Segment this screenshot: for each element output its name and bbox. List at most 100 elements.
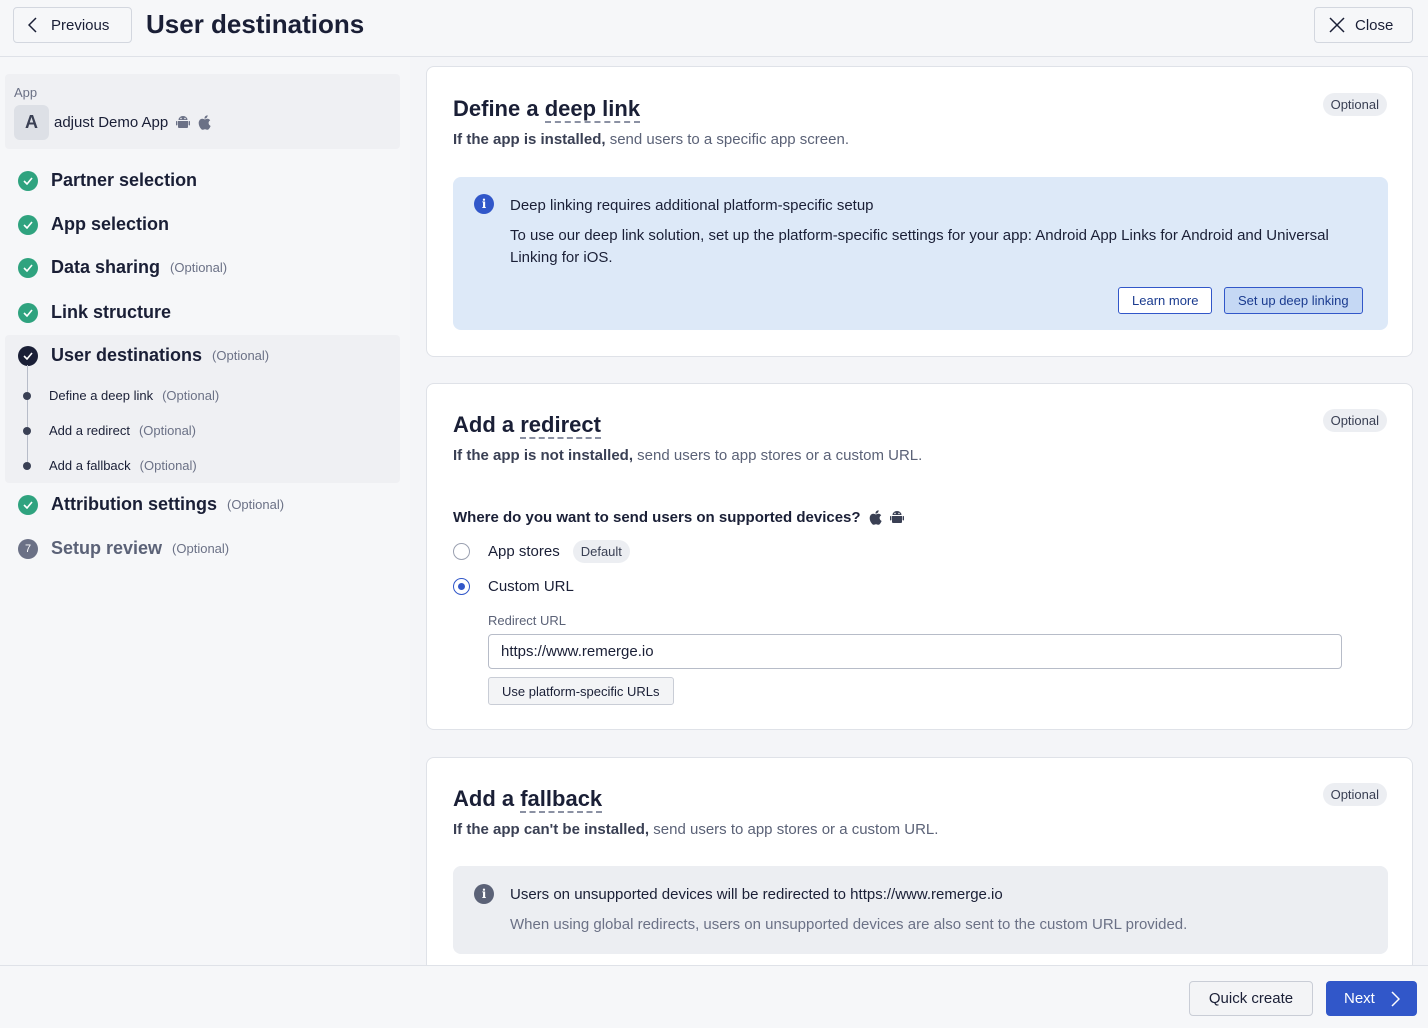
step-optional: (Optional): [212, 348, 270, 363]
term-tooltip[interactable]: deep link: [544, 96, 641, 123]
android-icon: [889, 511, 904, 523]
avatar: A: [14, 105, 49, 140]
bottom-bar: Quick create Next: [0, 965, 1428, 1028]
apple-icon: [869, 510, 882, 525]
optional-badge: Optional: [1322, 409, 1387, 432]
bullet-icon: [23, 391, 31, 400]
subtitle-bold: If the app can't be installed,: [453, 821, 650, 838]
app-name-row: adjust Demo App: [54, 114, 211, 131]
radio-label: Custom URL: [488, 578, 574, 595]
chevron-left-icon: [28, 17, 37, 33]
subtitle-bold: If the app is installed,: [453, 131, 606, 148]
radio-circle[interactable]: [453, 578, 470, 595]
setup-deep-linking-button[interactable]: Set up deep linking: [1224, 287, 1363, 314]
substep-connector: [27, 365, 28, 467]
substep-title: Define a deep link: [49, 388, 154, 403]
redirect-card: Add a redirect Optional If the app is no…: [426, 383, 1413, 730]
app-card: App A adjust Demo App: [5, 74, 400, 149]
substep-title: Add a redirect: [49, 423, 130, 438]
term-tooltip[interactable]: fallback: [520, 786, 603, 813]
info-text: To use our deep link solution, set up th…: [510, 227, 1329, 266]
radio-custom-url[interactable]: Custom URL: [453, 578, 574, 595]
close-icon: [1329, 17, 1345, 33]
step-title: Link structure: [51, 302, 172, 322]
substep-optional: (Optional): [138, 423, 197, 438]
previous-label: Previous: [51, 16, 110, 34]
optional-badge: Optional: [1322, 783, 1387, 806]
next-label: Next: [1344, 990, 1375, 1007]
info-icon: i: [474, 884, 494, 904]
bullet-icon: [23, 461, 31, 470]
deep-link-card: Define a deep link Optional If the app i…: [426, 66, 1413, 357]
info-icon: i: [474, 194, 494, 214]
step-title: User destinations: [51, 345, 203, 365]
info-title: Users on unsupported devices will be red…: [510, 886, 1003, 903]
redirect-url-label: Redirect URL: [488, 613, 567, 628]
radio-app-stores[interactable]: App stores Default: [453, 540, 630, 563]
step-data-sharing[interactable]: Data sharing (Optional): [18, 257, 227, 278]
step-attribution-settings[interactable]: Attribution settings (Optional): [18, 494, 284, 515]
android-icon: [176, 116, 191, 128]
app-name: adjust Demo App: [54, 114, 169, 131]
card-subtitle: If the app can't be installed, send user…: [453, 821, 938, 838]
step-title: Data sharing: [51, 257, 161, 277]
card-title: Add a fallback: [453, 786, 603, 813]
next-button[interactable]: Next: [1326, 981, 1417, 1016]
step-app-selection[interactable]: App selection: [18, 214, 169, 235]
page-title: User destinations: [146, 9, 365, 39]
bullet-icon: [23, 426, 31, 435]
subtitle-bold: If the app is not installed,: [453, 447, 634, 464]
info-banner: i Deep linking requires additional platf…: [453, 177, 1388, 330]
optional-badge: Optional: [1322, 93, 1387, 116]
subtitle-rest: send users to a specific app screen.: [605, 131, 849, 148]
info-title: Deep linking requires additional platfor…: [510, 197, 874, 214]
substep-deep-link[interactable]: Define a deep link (Optional): [23, 388, 219, 403]
step-number: 7: [18, 538, 38, 559]
title-prefix: Define a: [453, 96, 545, 121]
step-setup-review[interactable]: 7 Setup review (Optional): [18, 538, 229, 559]
step-user-destinations[interactable]: User destinations (Optional): [18, 345, 269, 366]
step-title: Setup review: [51, 538, 163, 558]
term-tooltip[interactable]: redirect: [520, 412, 601, 439]
step-partner-selection[interactable]: Partner selection: [18, 170, 197, 191]
apple-icon: [198, 115, 211, 130]
card-title: Define a deep link: [453, 96, 641, 123]
top-bar: Previous User destinations Close: [0, 0, 1428, 57]
subtitle-rest: send users to app stores or a custom URL…: [649, 821, 939, 838]
radio-circle[interactable]: [453, 543, 470, 560]
fallback-card: Add a fallback Optional If the app can't…: [426, 757, 1413, 972]
step-title: Partner selection: [51, 170, 198, 190]
check-circle-icon: [18, 302, 38, 323]
previous-button[interactable]: Previous: [13, 7, 132, 43]
title-prefix: Add a: [453, 786, 521, 811]
chevron-right-icon: [1391, 990, 1400, 1007]
question-text: Where do you want to send users on suppo…: [453, 509, 861, 526]
platform-specific-urls-button[interactable]: Use platform-specific URLs: [488, 677, 674, 705]
step-optional: (Optional): [226, 497, 285, 512]
app-label: App: [14, 85, 38, 100]
default-badge: Default: [572, 540, 630, 563]
redirect-url-input[interactable]: [488, 634, 1342, 669]
substep-fallback[interactable]: Add a fallback (Optional): [23, 458, 197, 473]
info-text: When using global redirects, users on un…: [510, 916, 1188, 933]
step-link-structure[interactable]: Link structure: [18, 302, 171, 323]
check-circle-icon: [18, 345, 38, 366]
destination-question: Where do you want to send users on suppo…: [453, 509, 904, 526]
step-title: App selection: [51, 214, 170, 234]
substep-optional: (Optional): [162, 388, 220, 403]
info-banner: i Users on unsupported devices will be r…: [453, 866, 1388, 954]
close-label: Close: [1355, 16, 1394, 34]
learn-more-button[interactable]: Learn more: [1118, 287, 1213, 314]
quick-create-button[interactable]: Quick create: [1189, 981, 1313, 1016]
check-circle-icon: [18, 170, 38, 191]
title-prefix: Add a: [453, 412, 521, 437]
wizard-sidebar: App A adjust Demo App Partner selection …: [0, 57, 410, 965]
step-optional: (Optional): [172, 541, 230, 556]
substep-optional: (Optional): [139, 458, 197, 473]
step-title: Attribution settings: [51, 494, 217, 514]
substep-redirect[interactable]: Add a redirect (Optional): [23, 423, 196, 438]
check-circle-icon: [18, 494, 38, 515]
close-button[interactable]: Close: [1314, 7, 1413, 43]
card-subtitle: If the app is not installed, send users …: [453, 447, 922, 464]
substep-title: Add a fallback: [49, 458, 131, 473]
